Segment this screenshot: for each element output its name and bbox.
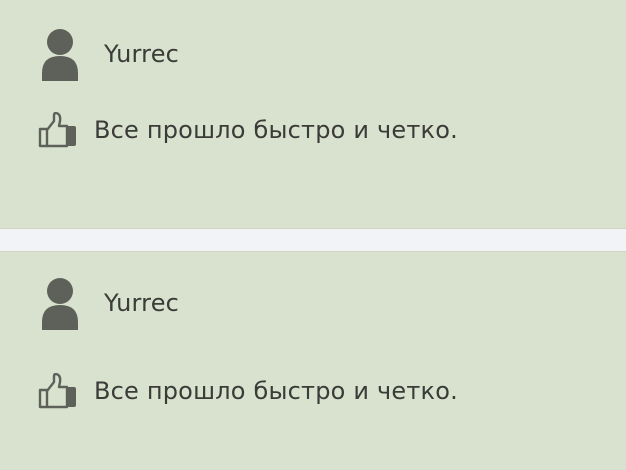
- review-card: Yurrec Все прошло быстро и четко.: [0, 0, 626, 229]
- review-author: Yurrec: [42, 29, 179, 81]
- user-silhouette-icon: [42, 278, 78, 330]
- author-name: Yurrec: [104, 40, 180, 68]
- review-comment: Все прошло быстро и четко.: [38, 112, 458, 148]
- comment-text: Все прошло быстро и четко.: [94, 377, 458, 405]
- review-comment: Все прошло быстро и четко.: [38, 373, 458, 409]
- review-card: Yurrec Все прошло быстро и четко.: [0, 251, 626, 470]
- user-silhouette-icon: [42, 29, 78, 81]
- author-name: Yurrec: [104, 289, 180, 317]
- comment-text: Все прошло быстро и четко.: [94, 116, 458, 144]
- thumbs-up-icon: [38, 112, 76, 148]
- thumbs-up-icon: [38, 373, 76, 409]
- review-list: Yurrec Все прошло быстро и четко. Yurrec: [0, 0, 626, 470]
- review-author: Yurrec: [42, 278, 179, 330]
